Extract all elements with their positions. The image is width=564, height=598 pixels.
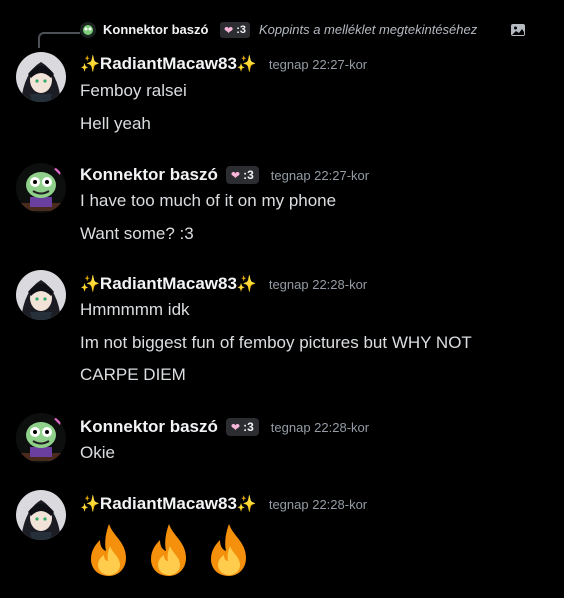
heart-icon: ❤ <box>230 169 241 182</box>
timestamp[interactable]: tegnap 22:28-kor <box>269 497 367 512</box>
reply-preview-text[interactable]: Koppints a melléklet megtekintéséhez <box>259 22 477 37</box>
message-text: I have too much of it on my phone <box>80 191 337 210</box>
fire-emoji-icon[interactable] <box>140 522 198 578</box>
username[interactable]: Konnektor baszó <box>80 417 218 437</box>
sparkle-icon: ✨ <box>236 496 257 513</box>
server-tag-text: :3 <box>243 168 254 182</box>
message-header: ✨ RadiantMacaw83 ✨ tegnap 22:28-kor <box>80 494 367 514</box>
message-text: Okie <box>80 443 115 462</box>
message-text: CARPE DIEM <box>80 365 186 384</box>
server-tag-text: :3 <box>243 420 254 434</box>
message-text: Hmmmmm idk <box>80 300 190 319</box>
cartoon-avatar-icon <box>16 163 66 213</box>
timestamp[interactable]: tegnap 22:28-kor <box>271 420 369 435</box>
fire-emoji-icon[interactable] <box>200 522 258 578</box>
server-tag[interactable]: ❤ :3 <box>225 166 259 184</box>
image-icon[interactable] <box>510 22 526 38</box>
timestamp[interactable]: tegnap 22:27-kor <box>269 57 367 72</box>
username[interactable]: RadiantMacaw83 <box>100 274 237 294</box>
avatar-konnektor[interactable] <box>16 163 66 213</box>
avatar-konnektor[interactable] <box>16 413 66 463</box>
reply-spine <box>38 32 80 48</box>
anime-avatar-icon <box>16 490 66 540</box>
timestamp[interactable]: tegnap 22:28-kor <box>269 277 367 292</box>
username[interactable]: RadiantMacaw83 <box>100 494 237 514</box>
heart-icon: ❤ <box>224 24 234 37</box>
timestamp[interactable]: tegnap 22:27-kor <box>271 168 369 183</box>
username[interactable]: RadiantMacaw83 <box>100 54 237 74</box>
username[interactable]: Konnektor baszó <box>80 165 218 185</box>
message-text: Femboy ralsei <box>80 81 187 100</box>
anime-avatar-icon <box>16 270 66 320</box>
sparkle-icon: ✨ <box>80 276 100 293</box>
cartoon-avatar-icon <box>16 413 66 463</box>
message-header: Konnektor baszó ❤ :3 tegnap 22:27-kor <box>80 165 369 185</box>
message-header: ✨ RadiantMacaw83 ✨ tegnap 22:28-kor <box>80 274 367 294</box>
avatar-radiantmacaw[interactable] <box>16 270 66 320</box>
avatar-radiantmacaw[interactable] <box>16 490 66 540</box>
sparkle-icon: ✨ <box>80 56 100 73</box>
message-header: ✨ RadiantMacaw83 ✨ tegnap 22:27-kor <box>80 54 367 74</box>
reply-avatar[interactable] <box>80 22 96 38</box>
emoji-message <box>80 522 258 578</box>
anime-avatar-icon <box>16 52 66 102</box>
sparkle-icon: ✨ <box>80 496 100 513</box>
reply-author[interactable]: Konnektor baszó <box>103 22 208 37</box>
reply-server-tag[interactable]: ❤ :3 <box>220 22 250 38</box>
sparkle-icon: ✨ <box>236 56 257 73</box>
heart-icon: ❤ <box>230 421 241 434</box>
fire-emoji-icon[interactable] <box>80 522 138 578</box>
message-text: Im not biggest fun of femboy pictures bu… <box>80 333 472 352</box>
sparkle-icon: ✨ <box>236 276 257 293</box>
message-text: Want some? :3 <box>80 224 194 243</box>
message-text: Hell yeah <box>80 114 151 133</box>
reply-tag-text: :3 <box>236 24 246 36</box>
avatar-radiantmacaw[interactable] <box>16 52 66 102</box>
konnektor-avatar-icon <box>80 22 96 38</box>
message-header: Konnektor baszó ❤ :3 tegnap 22:28-kor <box>80 417 369 437</box>
server-tag[interactable]: ❤ :3 <box>225 418 259 436</box>
